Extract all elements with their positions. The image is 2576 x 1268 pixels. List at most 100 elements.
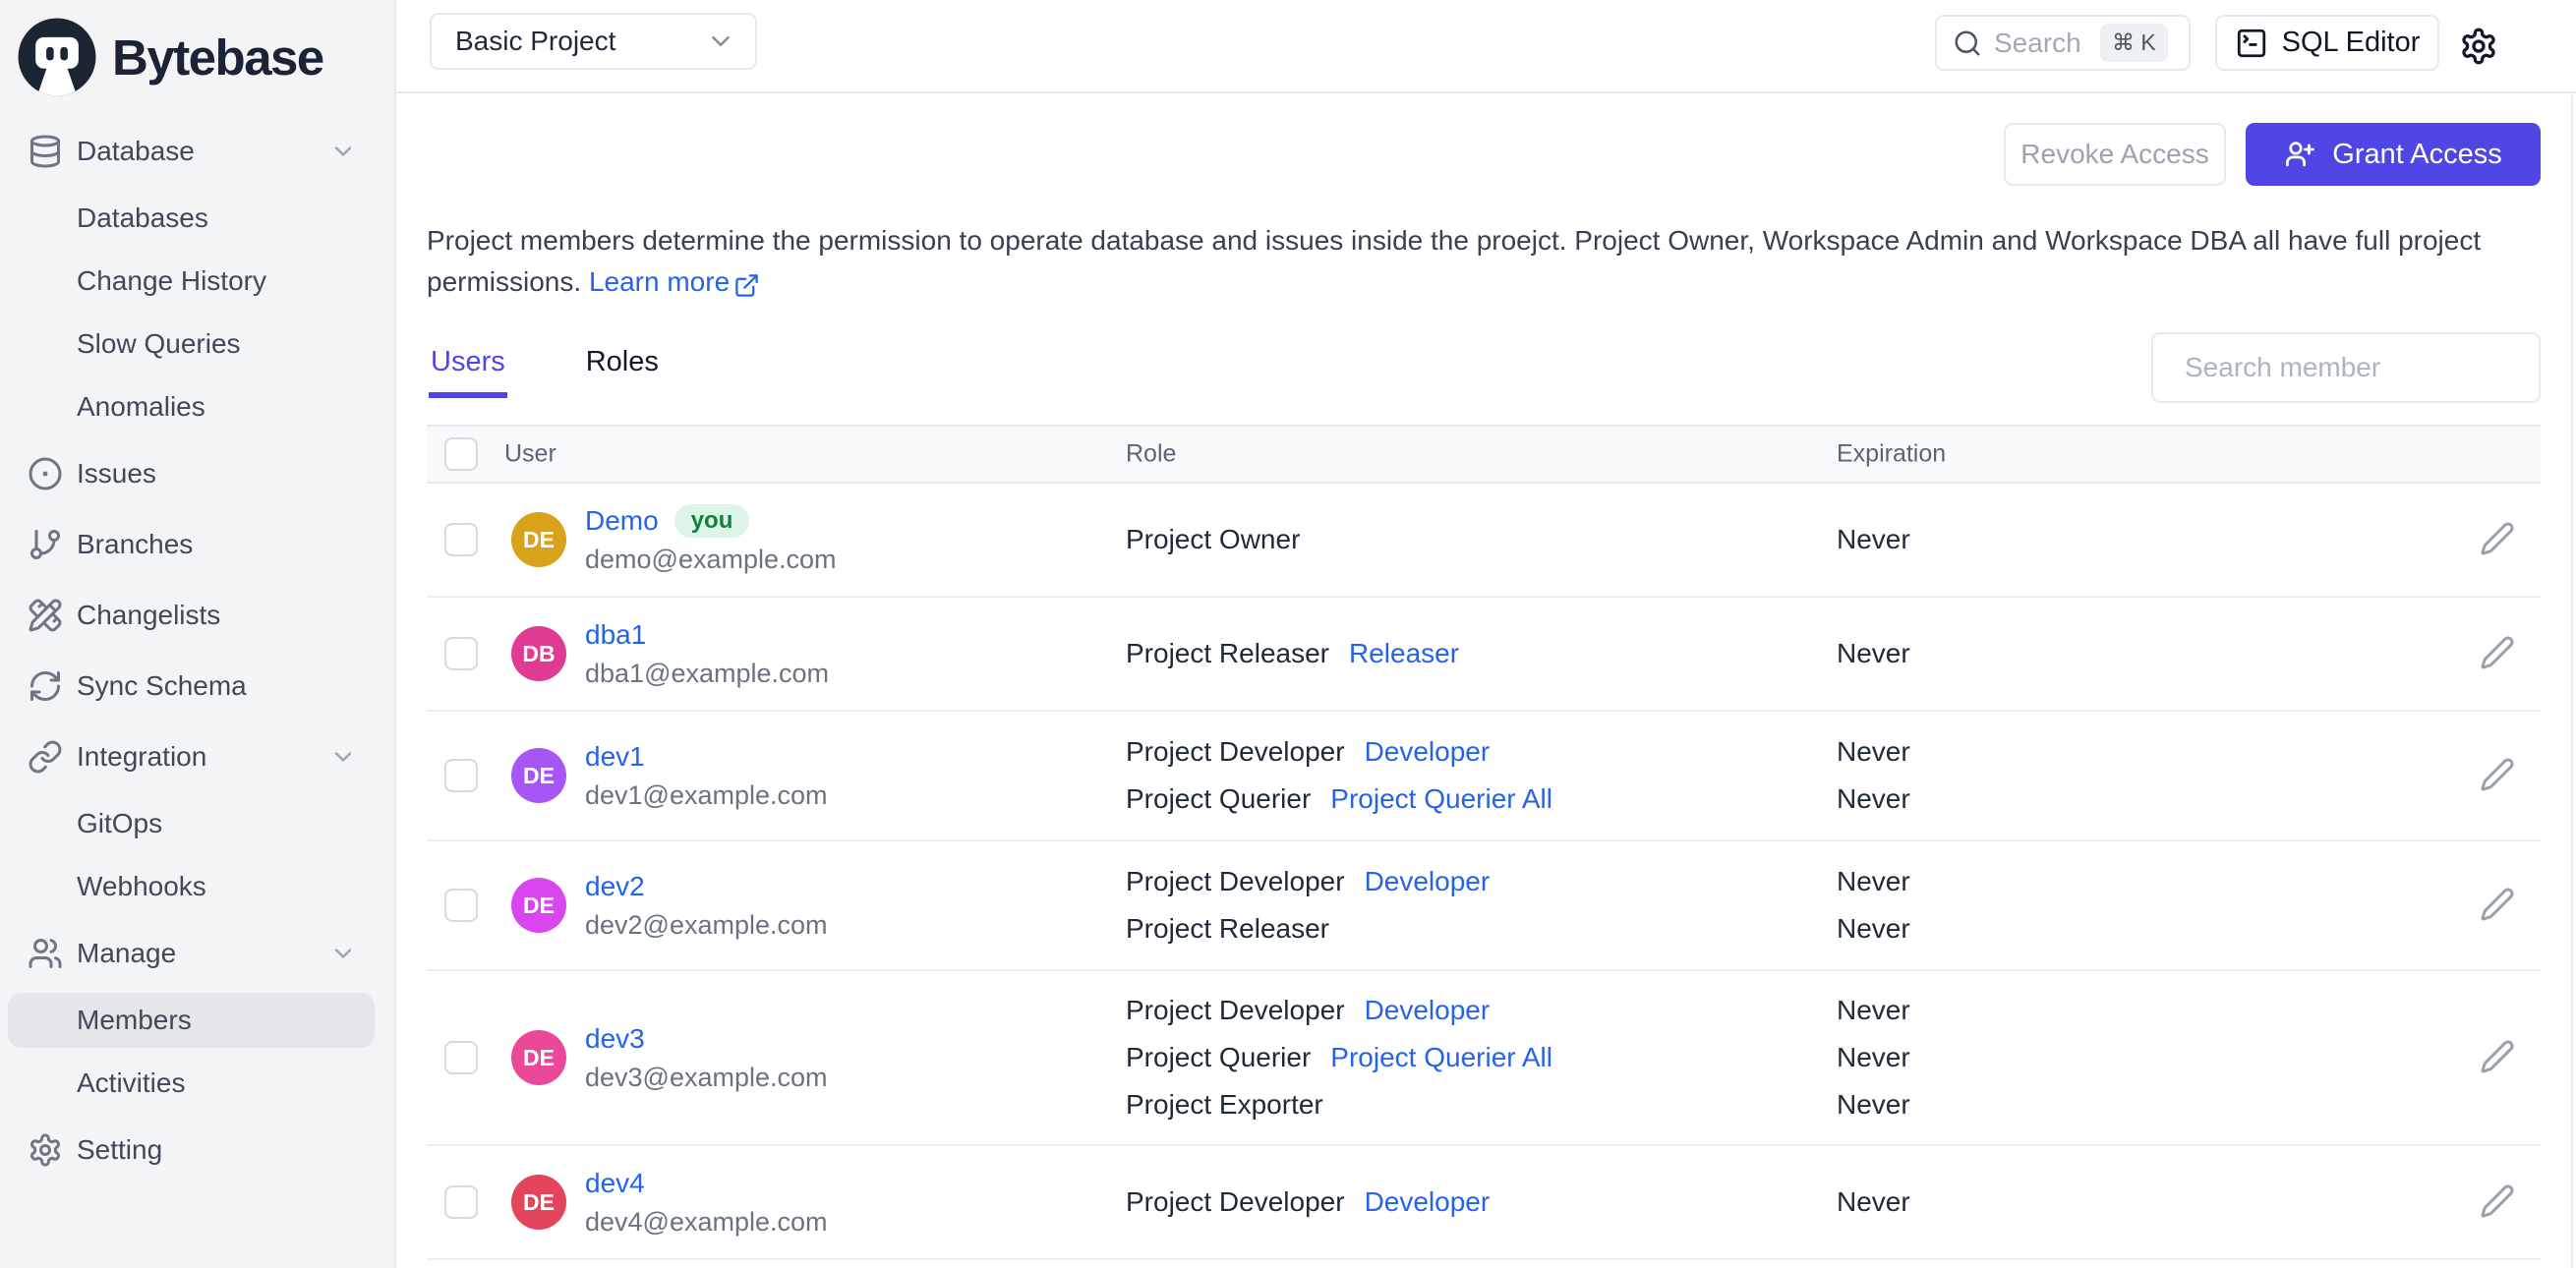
sidebar-item-members[interactable]: Members	[0, 989, 394, 1052]
role-name: Project Developer	[1126, 1186, 1345, 1217]
search-shortcut-badge: ⌘ K	[2100, 24, 2168, 62]
role-name: Project Owner	[1126, 524, 1301, 554]
brand-logo[interactable]: Bytebase	[0, 0, 394, 102]
sidebar-item-setting[interactable]: Setting	[0, 1115, 394, 1185]
global-search[interactable]: ⌘ K	[1935, 15, 2191, 71]
role-link[interactable]: Project Querier All	[1330, 1042, 1552, 1072]
global-search-input[interactable]	[1994, 27, 2088, 59]
role-link[interactable]: Developer	[1365, 866, 1491, 896]
sidebar-item-label: Slow Queries	[77, 328, 241, 359]
learn-more-link[interactable]: Learn more	[589, 261, 760, 303]
sidebar-item-gitops[interactable]: GitOps	[0, 792, 394, 855]
project-select[interactable]: Basic Project	[430, 13, 757, 70]
row-checkbox[interactable]	[444, 759, 478, 792]
member-name-link[interactable]: dev2	[585, 871, 645, 902]
row-checkbox[interactable]	[444, 637, 478, 670]
table-row: DE dev1 dev1@example.com Project Developer D…	[427, 712, 2541, 841]
member-search-input[interactable]	[2185, 352, 2540, 383]
expiration-value: Never	[1837, 783, 1910, 814]
settings-gear-icon[interactable]	[2459, 27, 2498, 66]
expiration-value: Never	[1837, 913, 1910, 944]
sidebar-item-database[interactable]: Database	[0, 116, 394, 187]
user-avatar[interactable]: DE	[2520, 22, 2566, 68]
expiration-cell: Never	[1837, 516, 1910, 563]
grant-access-label: Grant Access	[2332, 138, 2502, 170]
edit-member-button[interactable]	[2478, 1038, 2517, 1077]
sidebar-item-manage[interactable]: Manage	[0, 918, 394, 989]
database-icon	[30, 135, 60, 168]
avatar: DE	[511, 1175, 566, 1230]
role-cell: Project Developer Developer Project Querie…	[1126, 728, 1552, 823]
pencil-ruler-icon	[29, 599, 62, 632]
table-row: DE Demo you demo@example.com Project Owner Ne…	[427, 484, 2541, 598]
sidebar: Bytebase Database Databases Change History…	[0, 0, 396, 1268]
tab-users[interactable]: Users	[429, 346, 507, 398]
gear-icon	[30, 1133, 60, 1167]
row-checkbox[interactable]	[444, 523, 478, 556]
role-link[interactable]: Developer	[1365, 736, 1491, 767]
member-email: dev4@example.com	[585, 1207, 828, 1237]
edit-member-button[interactable]	[2478, 886, 2517, 925]
role-link[interactable]: Developer	[1365, 1186, 1491, 1217]
pencil-icon	[2481, 1184, 2514, 1217]
row-checkbox[interactable]	[444, 1185, 478, 1219]
member-name-link[interactable]: dev4	[585, 1168, 645, 1199]
edit-member-button[interactable]	[2478, 520, 2517, 559]
expiration-value: Never	[1837, 524, 1910, 554]
edit-member-button[interactable]	[2478, 634, 2517, 673]
expiration-value: Never	[1837, 866, 1910, 896]
sidebar-item-integration[interactable]: Integration	[0, 721, 394, 792]
sidebar-item-label: Branches	[77, 529, 194, 559]
user-cell: Demo you demo@example.com	[585, 501, 837, 578]
expiration-value: Never	[1837, 736, 1910, 767]
member-name-link[interactable]: dba1	[585, 619, 646, 651]
member-name-link[interactable]: Demo	[585, 505, 659, 537]
expiration-cell: Never	[1837, 1179, 1910, 1226]
member-name-link[interactable]: dev1	[585, 741, 645, 773]
sidebar-item-label: Databases	[77, 202, 208, 233]
brand-name: Bytebase	[112, 29, 324, 86]
avatar: DE	[511, 1030, 566, 1085]
expiration-cell: Never Never	[1837, 858, 1910, 952]
role-name: Project Developer	[1126, 866, 1345, 896]
tab-roles[interactable]: Roles	[584, 346, 661, 398]
sidebar-nav: Database Databases Change History Slow Quer…	[0, 116, 394, 1185]
sidebar-item-branches[interactable]: Branches	[0, 509, 394, 580]
row-checkbox[interactable]	[444, 889, 478, 922]
member-search[interactable]	[2151, 332, 2541, 403]
pencil-icon	[2481, 1040, 2514, 1072]
role-link[interactable]: Releaser	[1349, 638, 1459, 668]
user-plus-icon	[2284, 139, 2316, 171]
chevron-down-icon	[334, 146, 352, 156]
sidebar-item-issues[interactable]: Issues	[0, 438, 394, 509]
users-icon	[29, 939, 62, 968]
sidebar-item-sync-schema[interactable]: Sync Schema	[0, 651, 394, 721]
sidebar-item-databases[interactable]: Databases	[0, 187, 394, 250]
sidebar-item-anomalies[interactable]: Anomalies	[0, 375, 394, 438]
revoke-access-button[interactable]: Revoke Access	[2004, 123, 2226, 186]
avatar: DB	[511, 626, 566, 681]
role-link[interactable]: Developer	[1365, 995, 1491, 1025]
git-branch-icon	[30, 530, 60, 559]
members-table: User Role Expiration DE Demo you demo@example…	[427, 425, 2541, 1260]
sidebar-item-label: Manage	[77, 938, 177, 968]
sidebar-item-webhooks[interactable]: Webhooks	[0, 855, 394, 918]
project-select-label: Basic Project	[455, 26, 616, 56]
member-name-link[interactable]: dev3	[585, 1023, 645, 1055]
avatar: DE	[511, 878, 566, 933]
expiration-value: Never	[1837, 1186, 1910, 1217]
select-all-checkbox[interactable]	[444, 437, 478, 471]
row-checkbox[interactable]	[444, 1041, 478, 1074]
role-name: Project Developer	[1126, 995, 1345, 1025]
role-link[interactable]: Project Querier All	[1330, 783, 1552, 814]
sidebar-item-activities[interactable]: Activities	[0, 1052, 394, 1115]
sidebar-item-changelists[interactable]: Changelists	[0, 580, 394, 651]
sql-editor-button[interactable]: SQL Editor	[2215, 15, 2439, 71]
edit-member-button[interactable]	[2478, 756, 2517, 795]
grant-access-button[interactable]: Grant Access	[2246, 123, 2541, 186]
sidebar-item-slow-queries[interactable]: Slow Queries	[0, 313, 394, 375]
role-name: Project Exporter	[1126, 1089, 1323, 1120]
sidebar-item-change-history[interactable]: Change History	[0, 250, 394, 313]
edit-member-button[interactable]	[2478, 1182, 2517, 1222]
expiration-value: Never	[1837, 1089, 1910, 1120]
